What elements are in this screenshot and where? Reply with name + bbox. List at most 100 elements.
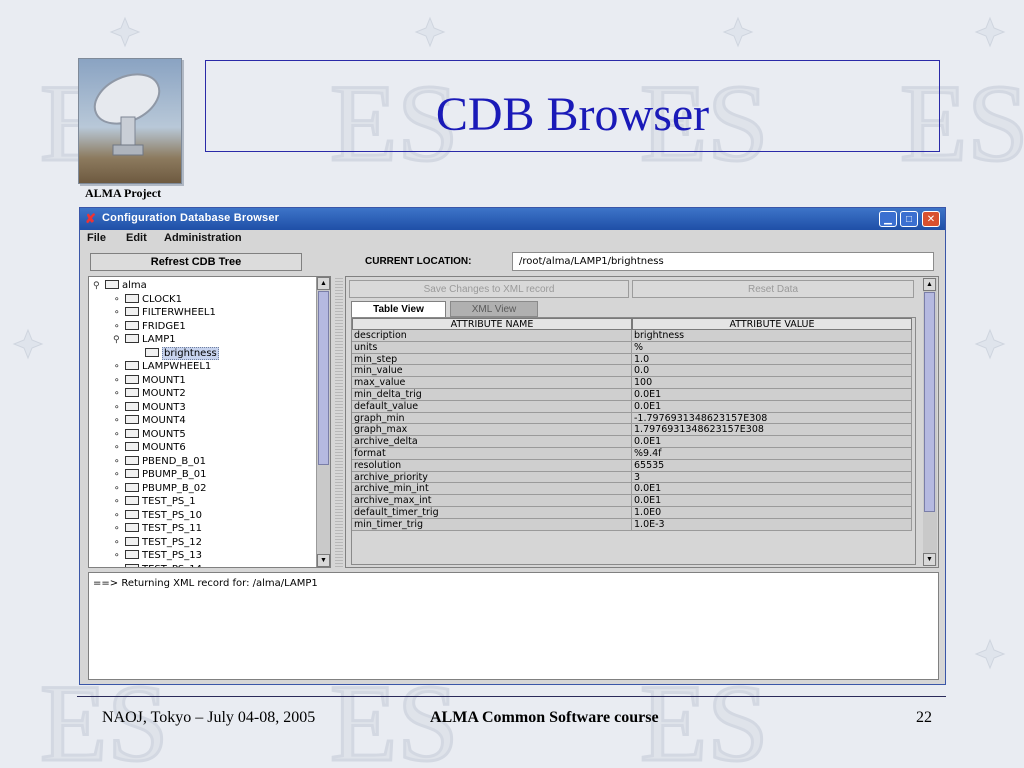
- attribute-value-cell[interactable]: brightness: [632, 330, 912, 342]
- column-header-value[interactable]: ATTRIBUTE VALUE: [632, 318, 912, 330]
- close-button[interactable]: ✕: [922, 211, 940, 227]
- attribute-name-cell[interactable]: min_step: [352, 353, 632, 366]
- tree-node[interactable]: ⚬ FRIDGE1: [113, 320, 186, 333]
- window-titlebar[interactable]: ✘ Configuration Database Browser ▁ □ ✕: [80, 208, 945, 230]
- collapsed-toggle-icon[interactable]: ⚬: [113, 523, 125, 536]
- attribute-value-cell[interactable]: %9.4f: [632, 448, 912, 460]
- tree-node[interactable]: ⚬ TEST_PS_10: [113, 509, 202, 522]
- attribute-value-cell[interactable]: 3: [632, 471, 912, 484]
- attribute-name-cell[interactable]: units: [352, 341, 632, 354]
- current-location-field[interactable]: /root/alma/LAMP1/brightness: [512, 252, 934, 271]
- scroll-up-button[interactable]: ▲: [317, 277, 330, 290]
- save-xml-button[interactable]: Save Changes to XML record: [349, 280, 629, 298]
- maximize-button[interactable]: □: [900, 211, 918, 227]
- reset-data-button[interactable]: Reset Data: [632, 280, 914, 298]
- tree-node[interactable]: ⚬ PBUMP_B_01: [113, 468, 206, 481]
- scroll-down-button[interactable]: ▼: [317, 554, 330, 567]
- attribute-value-cell[interactable]: 0.0E1: [632, 436, 912, 448]
- attribute-value-cell[interactable]: 0.0E1: [632, 495, 912, 507]
- minimize-button[interactable]: ▁: [879, 211, 897, 227]
- menu-edit[interactable]: Edit: [126, 232, 147, 244]
- tree-node[interactable]: ⚬ PBEND_B_01: [113, 455, 206, 468]
- tree-node[interactable]: ⚬ TEST_PS_1: [113, 495, 196, 508]
- attribute-name-cell[interactable]: archive_delta: [352, 436, 632, 448]
- pane-splitter[interactable]: [335, 276, 343, 568]
- collapsed-toggle-icon[interactable]: ⚬: [113, 537, 125, 550]
- tree-node[interactable]: ⚬ MOUNT6: [113, 441, 186, 454]
- attribute-value-cell[interactable]: 1.7976931348623157E308: [632, 424, 912, 437]
- attribute-value-cell[interactable]: 1.0E0: [632, 507, 912, 519]
- tree-node[interactable]: ⚬ LAMPWHEEL1: [113, 360, 211, 373]
- expanded-toggle-icon[interactable]: ⚲: [113, 334, 125, 347]
- collapsed-toggle-icon[interactable]: ⚬: [113, 564, 125, 568]
- tree-node[interactable]: ⚬ MOUNT4: [113, 414, 186, 427]
- tree-node[interactable]: ⚬ MOUNT5: [113, 428, 186, 441]
- attribute-name-cell[interactable]: archive_max_int: [352, 495, 632, 507]
- table-scrollbar[interactable]: ▲ ▼: [923, 278, 937, 566]
- attribute-name-cell[interactable]: graph_min: [352, 412, 632, 425]
- collapsed-toggle-icon[interactable]: ⚬: [113, 496, 125, 509]
- tree-node[interactable]: ⚬ MOUNT2: [113, 387, 186, 400]
- collapsed-toggle-icon[interactable]: ⚬: [113, 510, 125, 523]
- collapsed-toggle-icon[interactable]: ⚬: [113, 402, 125, 415]
- attribute-name-cell[interactable]: graph_max: [352, 424, 632, 437]
- attribute-value-cell[interactable]: 0.0E1: [632, 483, 912, 496]
- attribute-value-cell[interactable]: %: [632, 341, 912, 354]
- collapsed-toggle-icon[interactable]: ⚬: [113, 361, 125, 374]
- attribute-name-cell[interactable]: default_timer_trig: [352, 507, 632, 519]
- log-output[interactable]: ==> Returning XML record for: /alma/LAMP…: [88, 572, 939, 680]
- attribute-name-cell[interactable]: description: [352, 330, 632, 342]
- collapsed-toggle-icon[interactable]: ⚬: [113, 415, 125, 428]
- scroll-up-button[interactable]: ▲: [923, 278, 936, 291]
- tree-node[interactable]: ⚬ TEST_PS_11: [113, 522, 202, 535]
- tree-node[interactable]: ⚬ MOUNT3: [113, 401, 186, 414]
- attribute-value-cell[interactable]: 65535: [632, 459, 912, 472]
- attribute-name-cell[interactable]: default_value: [352, 400, 632, 413]
- tree-node[interactable]: ⚬ CLOCK1: [113, 293, 182, 306]
- tree-node[interactable]: ⚬ TEST_PS_13: [113, 549, 202, 562]
- attribute-value-cell[interactable]: 1.0E-3: [632, 518, 912, 531]
- tree-node[interactable]: ⚬ TEST_PS_12: [113, 536, 202, 549]
- tree-node[interactable]: ⚬ FILTERWHEEL1: [113, 306, 216, 319]
- tab-table-view[interactable]: Table View: [351, 301, 446, 317]
- scroll-down-button[interactable]: ▼: [923, 553, 936, 566]
- collapsed-toggle-icon[interactable]: ⚬: [113, 442, 125, 455]
- tree-node[interactable]: ⚲ LAMP1: [113, 333, 176, 346]
- attribute-value-cell[interactable]: 1.0: [632, 353, 912, 366]
- collapsed-toggle-icon[interactable]: ⚬: [113, 469, 125, 482]
- collapsed-toggle-icon[interactable]: ⚬: [113, 483, 125, 496]
- attribute-name-cell[interactable]: archive_priority: [352, 471, 632, 484]
- attribute-value-cell[interactable]: 100: [632, 377, 912, 389]
- scroll-thumb[interactable]: [318, 291, 329, 465]
- tree-node[interactable]: brightness: [133, 346, 219, 360]
- collapsed-toggle-icon[interactable]: ⚬: [113, 375, 125, 388]
- attribute-name-cell[interactable]: min_timer_trig: [352, 518, 632, 531]
- attribute-name-cell[interactable]: format: [352, 448, 632, 460]
- attribute-name-cell[interactable]: resolution: [352, 459, 632, 472]
- attribute-value-cell[interactable]: 0.0E1: [632, 400, 912, 413]
- attribute-value-cell[interactable]: 0.0E1: [632, 389, 912, 401]
- attribute-name-cell[interactable]: min_delta_trig: [352, 389, 632, 401]
- menu-file[interactable]: File: [87, 232, 106, 244]
- collapsed-toggle-icon[interactable]: ⚬: [113, 307, 125, 320]
- attribute-name-cell[interactable]: min_value: [352, 365, 632, 378]
- collapsed-toggle-icon[interactable]: ⚬: [113, 388, 125, 401]
- scroll-thumb[interactable]: [924, 292, 935, 512]
- tree-node[interactable]: ⚬ PBUMP_B_02: [113, 482, 206, 495]
- tree-node[interactable]: ⚲ alma: [93, 279, 147, 292]
- collapsed-toggle-icon[interactable]: ⚬: [113, 550, 125, 563]
- attribute-name-cell[interactable]: archive_min_int: [352, 483, 632, 496]
- menu-administration[interactable]: Administration: [164, 232, 242, 244]
- column-header-name[interactable]: ATTRIBUTE NAME: [352, 318, 632, 330]
- collapsed-toggle-icon[interactable]: ⚬: [113, 294, 125, 307]
- collapsed-toggle-icon[interactable]: ⚬: [113, 429, 125, 442]
- collapsed-toggle-icon[interactable]: ⚬: [113, 456, 125, 469]
- tab-xml-view[interactable]: XML View: [450, 301, 538, 317]
- attribute-value-cell[interactable]: -1.7976931348623157E308: [632, 412, 912, 425]
- attribute-name-cell[interactable]: max_value: [352, 377, 632, 389]
- refresh-cdb-tree-button[interactable]: Refrest CDB Tree: [90, 253, 302, 271]
- attribute-value-cell[interactable]: 0.0: [632, 365, 912, 378]
- collapsed-toggle-icon[interactable]: ⚬: [113, 321, 125, 334]
- tree-node[interactable]: ⚬ TEST_PS_14: [113, 563, 202, 568]
- tree-scrollbar[interactable]: ▲ ▼: [316, 277, 330, 567]
